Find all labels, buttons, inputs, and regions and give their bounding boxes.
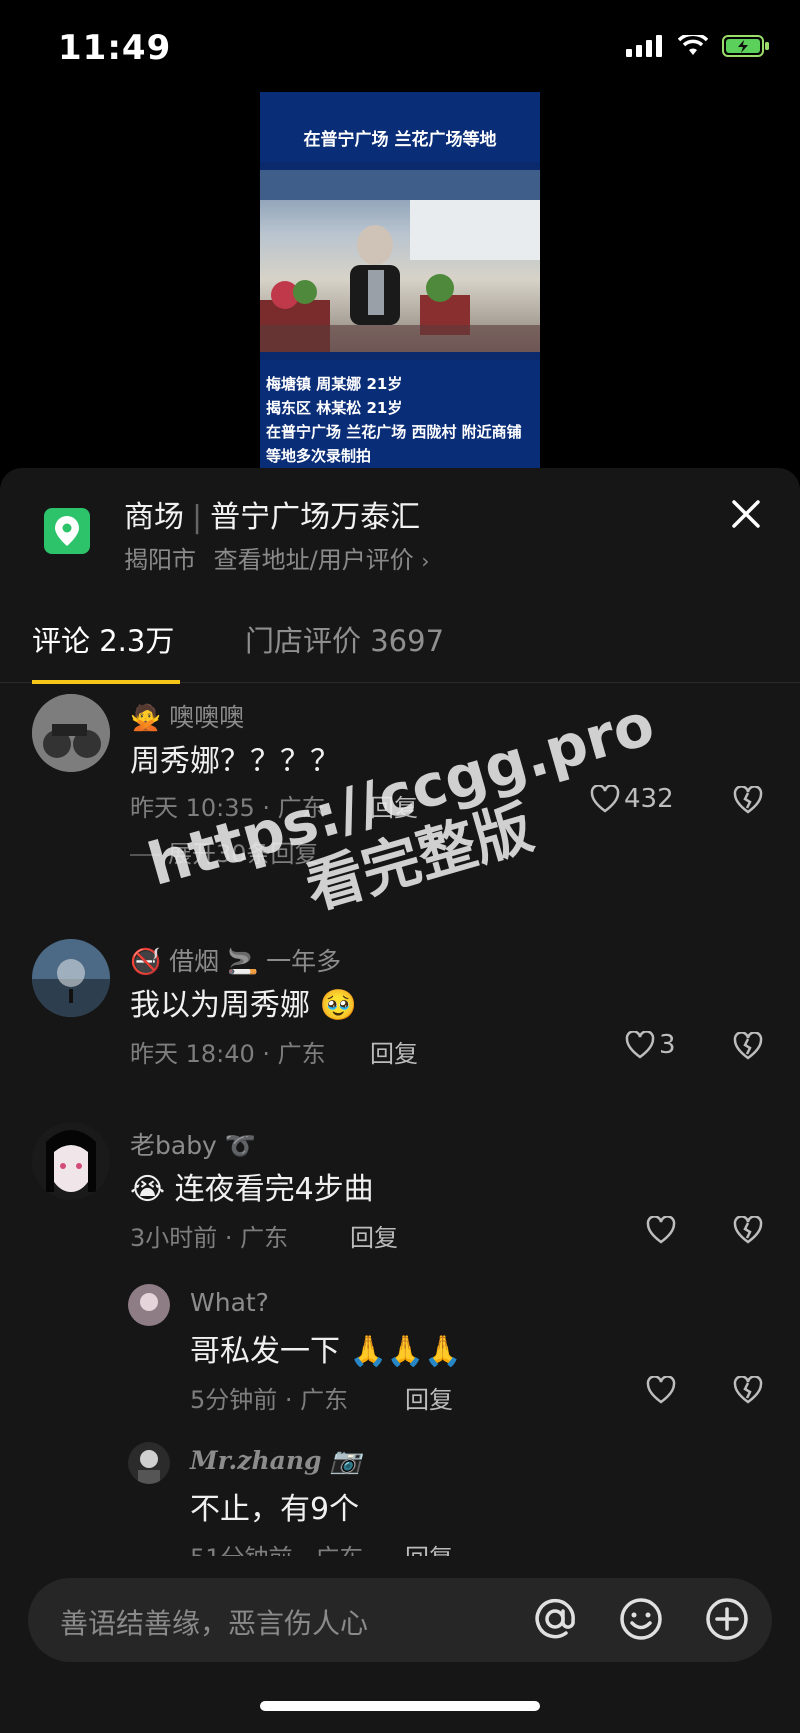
reply-meta: 51分钟前 · 广东: [190, 1538, 363, 1556]
status-icons: [626, 34, 770, 58]
dislike-button[interactable]: [733, 1375, 763, 1408]
title-separator: |: [192, 500, 203, 535]
avatar[interactable]: [128, 1284, 170, 1326]
reply-author[interactable]: Mr.zhang 📷: [190, 1446, 361, 1476]
comment-text: 我以为周秀娜 🥹: [130, 988, 357, 1023]
status-bar: 11:49: [0, 0, 800, 96]
like-button[interactable]: 3: [625, 1030, 676, 1060]
tab-bar: 评论 2.3万 门店评价 3697: [0, 598, 800, 684]
reply-button[interactable]: 回复: [350, 1218, 398, 1253]
reply-text: 不止，有9个: [190, 1492, 360, 1527]
broken-heart-icon: [733, 1031, 763, 1060]
dislike-button[interactable]: [733, 1031, 763, 1064]
comment-author[interactable]: 🙅 噢噢噢: [130, 698, 244, 734]
home-indicator: [260, 1701, 540, 1711]
mention-button[interactable]: [526, 1590, 584, 1648]
location-category: 商场: [124, 500, 184, 535]
reply-button[interactable]: 回复: [405, 1380, 453, 1415]
heart-icon: [625, 1031, 655, 1059]
heart-icon: [646, 1376, 676, 1404]
like-count: 432: [624, 784, 674, 814]
close-button[interactable]: [724, 492, 768, 536]
video-photo: [260, 170, 540, 352]
reply-meta: 5分钟前 · 广东: [190, 1386, 349, 1414]
expand-replies[interactable]: 展开30条回复: [130, 834, 319, 869]
video-caption-line: 梅塘镇 周某娜 21岁: [266, 375, 403, 393]
close-icon: [732, 500, 760, 528]
reply-text: 哥私发一下 🙏🙏🙏: [190, 1334, 462, 1369]
like-button[interactable]: [646, 1376, 676, 1404]
comment-author[interactable]: 🚭 借烟 🚬 一年多: [130, 942, 341, 978]
broken-heart-icon: [733, 1215, 763, 1244]
video-caption-line: 揭东区 林某松 21岁: [266, 399, 403, 417]
location-link[interactable]: 查看地址/用户评价: [214, 546, 414, 574]
broken-heart-icon: [733, 785, 763, 814]
comment-input-placeholder: 善语结善缘，恶言伤人心: [60, 1607, 369, 1640]
video-caption-line: 等地多次录制拍: [266, 447, 372, 465]
plus-icon: [706, 1598, 748, 1640]
broken-heart-icon: [733, 1375, 763, 1404]
comment-meta: 昨天 10:35 · 广东: [130, 794, 326, 822]
reply-author[interactable]: What?: [190, 1288, 269, 1317]
reply-button[interactable]: 回复: [405, 1538, 453, 1556]
status-time: 11:49: [58, 28, 172, 68]
location-name: 普宁广场万泰汇: [210, 500, 421, 535]
comment-meta: 3小时前 · 广东: [130, 1224, 289, 1252]
signal-icon: [626, 35, 662, 57]
like-count: 3: [659, 1030, 676, 1060]
at-icon: [535, 1598, 575, 1639]
chevron-right-icon: ›: [421, 549, 430, 573]
comments-sheet: 商场 | 普宁广场万泰汇 揭阳市 查看地址/用户评价 › 评论 2.3万 门店评价 …: [0, 468, 800, 1733]
tab-store-reviews[interactable]: 门店评价 3697: [245, 618, 444, 660]
comment-input-bar: 善语结善缘，恶言伤人心: [0, 1556, 800, 1733]
reply-button[interactable]: 回复: [370, 788, 418, 823]
comment-author[interactable]: 老baby ➰: [130, 1126, 256, 1162]
dislike-button[interactable]: [733, 785, 763, 818]
emoji-button[interactable]: [612, 1590, 670, 1648]
video-preview[interactable]: 在普宁广场 兰花广场等地 梅塘镇 周某娜 21岁 揭东区 林某松 21岁 在普宁…: [260, 92, 540, 470]
comment-text: 周秀娜？？？？: [130, 744, 340, 779]
emoji-icon: [620, 1598, 662, 1640]
location-city: 揭阳市: [124, 546, 196, 574]
add-button[interactable]: [698, 1590, 756, 1648]
battery-icon: [722, 35, 769, 57]
comment-meta: 昨天 18:40 · 广东: [130, 1040, 326, 1068]
comment-list[interactable]: 🙅 噢噢噢 周秀娜？？？？ 昨天 10:35 · 广东 回复 432 展开30条…: [0, 684, 800, 1556]
tab-comments[interactable]: 评论 2.3万: [32, 618, 174, 660]
heart-icon: [590, 785, 620, 813]
location-pin-icon: [44, 508, 90, 554]
video-caption-line: 在普宁广场 兰花广场 西陇村 附近商铺: [266, 423, 522, 441]
video-bottom-banner: 梅塘镇 周某娜 21岁 揭东区 林某松 21岁 在普宁广场 兰花广场 西陇村 附…: [260, 360, 540, 470]
avatar[interactable]: [32, 1122, 110, 1200]
avatar[interactable]: [128, 1442, 170, 1484]
location-subtitle[interactable]: 揭阳市 查看地址/用户评价 ›: [124, 540, 429, 575]
comment-text: 😭 连夜看完4步曲: [130, 1172, 374, 1207]
avatar[interactable]: [32, 939, 110, 1017]
video-top-banner: 在普宁广场 兰花广场等地: [260, 92, 540, 162]
location-title[interactable]: 商场 | 普宁广场万泰汇: [124, 492, 420, 536]
comment-input[interactable]: 善语结善缘，恶言伤人心: [28, 1578, 772, 1662]
dislike-button[interactable]: [733, 1215, 763, 1248]
heart-icon: [646, 1216, 676, 1244]
avatar[interactable]: [32, 694, 110, 772]
like-button[interactable]: 432: [590, 784, 674, 814]
like-button[interactable]: [646, 1216, 676, 1244]
wifi-icon: [678, 35, 708, 55]
reply-button[interactable]: 回复: [370, 1034, 418, 1069]
